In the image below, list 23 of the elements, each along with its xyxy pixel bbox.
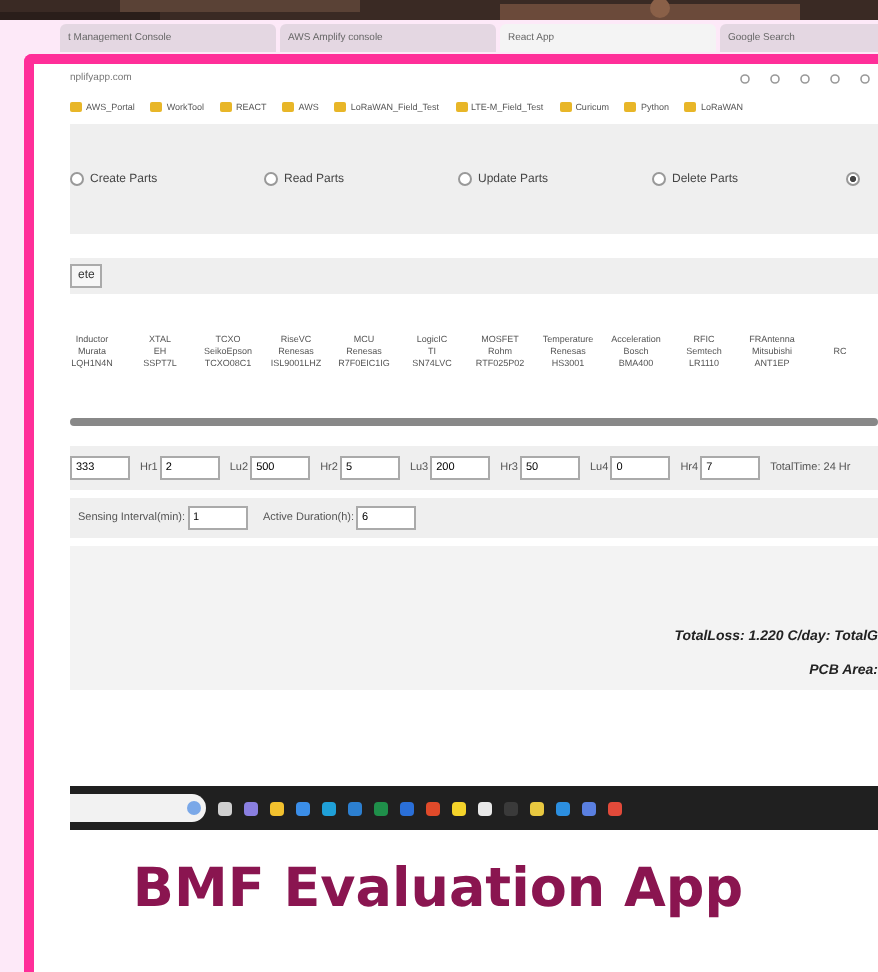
slide-title: BMF Evaluation App bbox=[130, 858, 746, 920]
folder-icon bbox=[150, 101, 163, 111]
folder-icon bbox=[455, 101, 467, 111]
folder-icon bbox=[282, 101, 295, 111]
folder-icon bbox=[220, 101, 233, 111]
scroll-bar[interactable] bbox=[70, 418, 878, 426]
search-field[interactable] bbox=[70, 794, 206, 822]
toolbar-icon[interactable] bbox=[830, 73, 840, 83]
toolbar-icon[interactable] bbox=[770, 73, 780, 83]
radio-button[interactable] bbox=[458, 172, 472, 186]
folder-icon bbox=[559, 101, 572, 111]
folder-icon bbox=[624, 101, 637, 111]
folder-icon bbox=[684, 101, 697, 111]
radio-button[interactable] bbox=[70, 172, 84, 186]
toolbar-icon[interactable] bbox=[800, 73, 810, 83]
radio-button[interactable] bbox=[652, 172, 666, 186]
radio-button[interactable] bbox=[846, 172, 860, 186]
folder-icon bbox=[70, 101, 82, 111]
toolbar-icon[interactable] bbox=[740, 73, 750, 83]
search-icon bbox=[186, 800, 202, 816]
radio-button[interactable] bbox=[264, 172, 278, 186]
folder-icon bbox=[334, 101, 347, 111]
toolbar-icon[interactable] bbox=[860, 73, 870, 83]
